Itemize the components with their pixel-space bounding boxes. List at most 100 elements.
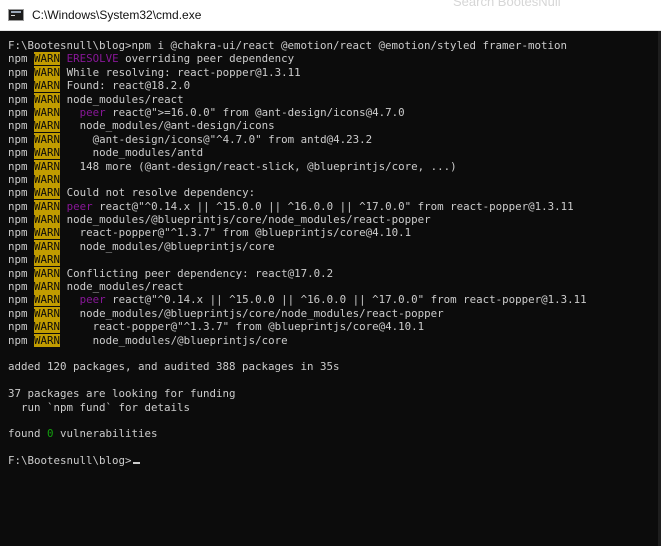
terminal-line: npm WARN react-popper@"^1.3.7" from @blu… [8, 226, 587, 240]
terminal-line: npm WARN Found: react@18.2.0 [8, 79, 587, 93]
terminal-line: 37 packages are looking for funding [8, 387, 587, 400]
text-cursor [132, 462, 140, 465]
cmd-icon [8, 9, 24, 21]
warn-text: node_modules/antd [66, 146, 204, 160]
terminal-line: npm WARN 148 more (@ant-design/react-sli… [8, 159, 587, 173]
npm-prefix: npm [8, 159, 28, 173]
warn-badge: WARN [34, 306, 61, 320]
terminal-line: npm WARN node_modules/@blueprintjs/core [8, 333, 587, 347]
warn-badge: WARN [34, 333, 61, 347]
npm-prefix: npm [8, 132, 28, 146]
warn-text: node_modules/@ant-design/icons [66, 119, 275, 133]
npm-prefix: npm [8, 79, 28, 93]
terminal-line: F:\Bootesnull\blog> [8, 454, 587, 467]
terminal-line: npm WARN peer react@"^0.14.x || ^15.0.0 … [8, 293, 587, 307]
terminal-text: F:\Bootesnull\blog>npm i @chakra-ui/reac… [8, 39, 587, 468]
warn-badge: WARN [34, 266, 61, 280]
terminal-line: npm WARN node_modules/react [8, 92, 587, 106]
npm-prefix: npm [8, 320, 28, 334]
terminal-line: npm WARN peer react@">=16.0.0" from @ant… [8, 105, 587, 119]
terminal-line: npm WARN node_modules/@blueprintjs/core [8, 239, 587, 253]
terminal-output[interactable]: F:\Bootesnull\blog>npm i @chakra-ui/reac… [0, 31, 661, 546]
warn-text [67, 106, 80, 119]
npm-prefix: npm [8, 186, 28, 200]
warn-badge: WARN [34, 119, 61, 133]
warn-text: 148 more (@ant-design/react-slick, @blue… [66, 159, 457, 173]
terminal-line: npm WARN peer react@"^0.14.x || ^15.0.0 … [8, 199, 587, 213]
terminal-line: npm WARN react-popper@"^1.3.7" from @blu… [8, 320, 587, 334]
npm-prefix: npm [8, 199, 28, 213]
warn-text: react-popper@"^1.3.7" from @blueprintjs/… [66, 226, 412, 240]
warn-text: react@"^0.14.x || ^15.0.0 || ^16.0.0 || … [105, 293, 587, 307]
warn-badge: WARN [34, 79, 61, 93]
warn-text: node_modules/react [66, 92, 184, 106]
terminal-line: run `npm fund` for details [8, 401, 587, 414]
terminal-line: npm WARN node_modules/react [8, 280, 587, 294]
terminal-line: npm WARN While resolving: react-popper@1… [8, 65, 587, 79]
npm-prefix: npm [8, 293, 28, 307]
warn-text: While resolving: react-popper@1.3.11 [66, 65, 301, 79]
terminal-line: npm WARN [8, 172, 587, 186]
warn-badge: WARN [34, 132, 61, 146]
terminal-line: npm WARN node_modules/@blueprintjs/core/… [8, 213, 587, 227]
npm-prefix: npm [8, 146, 28, 160]
terminal-line: npm WARN node_modules/antd [8, 146, 587, 160]
warn-badge: WARN [34, 226, 61, 240]
warn-text: react@">=16.0.0" from @ant-design/icons@… [105, 105, 405, 119]
npm-prefix: npm [8, 105, 28, 119]
npm-prefix: npm [8, 306, 28, 320]
window-titlebar[interactable]: C:\Windows\System32\cmd.exe Search Boote… [0, 0, 661, 31]
command-prompt: F:\Bootesnull\blog> [8, 454, 132, 468]
terminal-line: found 0 vulnerabilities [8, 427, 587, 440]
terminal-line: F:\Bootesnull\blog>npm i @chakra-ui/reac… [8, 39, 587, 52]
warn-text: overriding peer dependency [118, 52, 295, 66]
terminal-line: npm WARN @ant-design/icons@"^4.7.0" from… [8, 132, 587, 146]
terminal-line: npm WARN ERESOLVE overriding peer depend… [8, 52, 587, 66]
warn-badge: WARN [34, 52, 61, 66]
terminal-line: npm WARN Conflicting peer dependency: re… [8, 266, 587, 280]
background-search-placeholder: Search BootesNull [453, 0, 561, 9]
terminal-line: added 120 packages, and audited 388 pack… [8, 360, 587, 373]
warn-badge: WARN [34, 280, 61, 294]
warn-badge: WARN [34, 105, 61, 119]
terminal-line: npm WARN node_modules/@ant-design/icons [8, 119, 587, 133]
npm-prefix: npm [8, 92, 28, 106]
warn-badge: WARN [34, 65, 61, 79]
npm-prefix: npm [8, 333, 28, 347]
output-text: found [8, 427, 48, 441]
npm-prefix: npm [8, 172, 28, 186]
warn-text: node_modules/@blueprintjs/core/node_modu… [66, 306, 444, 320]
warn-text: Found: react@18.2.0 [66, 79, 191, 93]
warn-badge: WARN [34, 293, 61, 307]
warn-keyword: ERESOLVE [66, 52, 119, 66]
npm-prefix: npm [8, 65, 28, 79]
warn-text: node_modules/@blueprintjs/core/node_modu… [66, 213, 431, 227]
warn-text: @ant-design/icons@"^4.7.0" from antd@4.2… [66, 132, 373, 146]
output-text: vulnerabilities [53, 427, 158, 441]
npm-prefix: npm [8, 119, 28, 133]
output-text: F:\Bootesnull\blog>npm i @chakra-ui/reac… [8, 39, 568, 52]
npm-prefix: npm [8, 226, 28, 240]
warn-badge: WARN [34, 159, 61, 173]
background-search-box: Search BootesNull [431, 0, 661, 30]
npm-prefix: npm [8, 52, 28, 66]
output-text: 37 packages are looking for funding [8, 387, 236, 401]
terminal-line: npm WARN node_modules/@blueprintjs/core/… [8, 306, 587, 320]
warn-text: react@"^0.14.x || ^15.0.0 || ^16.0.0 || … [92, 199, 574, 213]
warn-badge: WARN [34, 146, 61, 160]
warn-keyword: peer [79, 105, 106, 119]
warn-badge: WARN [34, 186, 61, 200]
terminal-line: npm WARN [8, 253, 587, 267]
npm-prefix: npm [8, 266, 28, 280]
warn-badge: WARN [34, 239, 61, 253]
warn-badge: WARN [34, 172, 61, 186]
warn-badge: WARN [34, 92, 61, 106]
warn-text: node_modules/@blueprintjs/core [66, 239, 275, 253]
output-text: added 120 packages, and audited 388 pack… [8, 360, 340, 374]
window-title: C:\Windows\System32\cmd.exe [32, 8, 202, 22]
warn-text: node_modules/@blueprintjs/core [66, 333, 288, 347]
